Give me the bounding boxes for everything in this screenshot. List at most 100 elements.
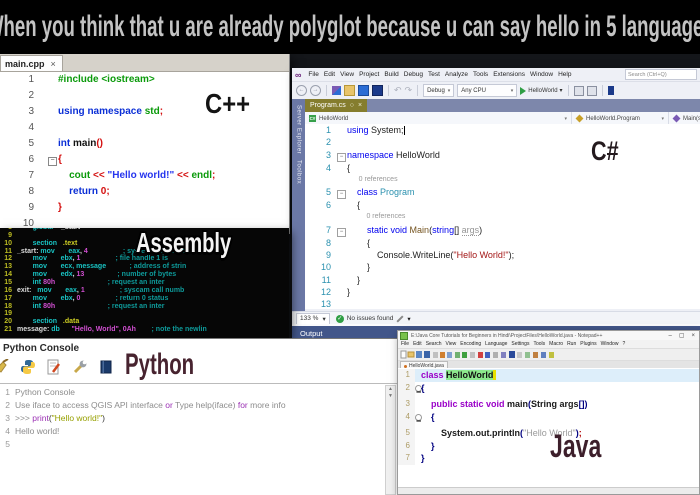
method-icon <box>673 115 681 123</box>
fold-icon[interactable]: − <box>48 157 57 166</box>
platform-dropdown[interactable]: Any CPU ▾ <box>457 84 517 97</box>
clear-console-icon[interactable] <box>0 359 10 375</box>
maximize-icon[interactable]: ▢ <box>677 332 687 340</box>
menu-item[interactable]: Test <box>428 71 440 78</box>
pin-icon[interactable]: ○ <box>350 102 354 109</box>
tab-program-cs[interactable]: Program.cs ○ × <box>305 99 367 112</box>
scroll-down-icon[interactable]: ▼ <box>386 393 395 400</box>
open-file-icon[interactable] <box>344 85 355 96</box>
notepadpp-menu-bar: File Edit Search ViewEncoding Language Settin… <box>398 340 699 348</box>
codelens-row: 0 references <box>305 174 700 186</box>
save-all-icon[interactable] <box>372 85 383 96</box>
chevron-down-icon: ▾ <box>661 116 664 122</box>
undo-icon[interactable]: ↶ <box>394 86 402 95</box>
menu-item[interactable]: ? <box>622 341 625 347</box>
python-logo-icon[interactable] <box>20 359 36 375</box>
python-console-output[interactable]: 1Python Console2Use iface to access QGIS… <box>0 383 397 495</box>
close-icon[interactable]: × <box>689 332 697 340</box>
java-code-editor[interactable]: 1class HelloWorld 2−{3 public static voi… <box>398 368 699 489</box>
code-line: 5 <box>0 438 397 451</box>
code-line: 1Python Console <box>0 386 397 399</box>
vs-menu-bar: ∞ FileEditViewProjectBuildDebugTestAnaly… <box>292 68 700 81</box>
code-line: 13 <box>305 298 700 309</box>
redo-icon[interactable]: ↷ <box>405 86 413 95</box>
fold-icon[interactable]: − <box>337 228 346 237</box>
cpp-overlay-label: C++ <box>205 88 258 120</box>
menu-item[interactable]: Settings <box>511 341 529 347</box>
menu-item[interactable]: Window <box>530 71 553 78</box>
menu-item[interactable]: Help <box>558 71 571 78</box>
navigate-back-icon[interactable]: ← <box>296 85 307 96</box>
solution-config-dropdown[interactable]: Debug ▾ <box>423 84 454 97</box>
window-title-bar[interactable]: E:\Java Core Tutorials for Beginners in … <box>398 331 699 340</box>
menu-item[interactable]: Tools <box>533 341 545 347</box>
run-button[interactable]: HelloWorld ▾ <box>520 87 562 95</box>
menu-item[interactable]: Encoding <box>460 341 481 347</box>
minimize-icon[interactable]: – <box>666 332 673 340</box>
menu-item[interactable]: Plugins <box>580 341 596 347</box>
class-icon <box>576 115 584 123</box>
save-icon[interactable] <box>358 85 369 96</box>
code-line: 4{ <box>305 162 700 174</box>
menu-item[interactable]: Macro <box>549 341 563 347</box>
menu-item[interactable]: View <box>340 71 354 78</box>
navigate-forward-icon[interactable]: → <box>310 85 321 96</box>
menu-item[interactable]: Debug <box>404 71 423 78</box>
menu-item[interactable]: Language <box>485 341 507 347</box>
scrollbar[interactable]: ▲ ▼ <box>385 385 396 495</box>
toolbar-icons <box>400 350 570 359</box>
menu-item[interactable]: Window <box>601 341 619 347</box>
meme-caption: When you think that u are already polygl… <box>0 10 700 44</box>
cpp-tab-bar: main.cpp × <box>0 54 289 72</box>
menu-item[interactable]: View <box>446 341 457 347</box>
meme-caption-bar: When you think that u are already polygl… <box>0 0 700 54</box>
notepadpp-toolbar[interactable] <box>398 348 699 361</box>
bookmark-icon[interactable] <box>608 86 614 95</box>
chevron-down-icon: ▾ <box>322 315 325 323</box>
pencil-icon[interactable] <box>397 315 404 322</box>
menu-item[interactable]: Extensions <box>493 71 525 78</box>
toolbar-separator <box>388 85 389 96</box>
show-editor-icon[interactable] <box>46 359 62 375</box>
fold-icon[interactable]: − <box>337 153 346 162</box>
cs-code-editor[interactable]: 1using System;23−namespace HelloWorld4{ … <box>305 124 700 309</box>
chevron-down-icon[interactable]: ▾ <box>407 315 410 323</box>
toolbar-separator <box>602 85 603 96</box>
menu-item[interactable]: Tools <box>473 71 488 78</box>
issues-indicator[interactable]: ✓ No issues found <box>336 315 394 323</box>
menu-item[interactable]: Project <box>359 71 379 78</box>
tab-main-cpp[interactable]: main.cpp × <box>0 55 63 71</box>
menu-item[interactable]: Edit <box>324 71 335 78</box>
code-line: 1using System; <box>305 124 700 136</box>
visual-studio-window: ∞ FileEditViewProjectBuildDebugTestAnaly… <box>292 68 700 340</box>
search-input[interactable]: Search (Ctrl+Q) <box>625 69 697 80</box>
options-wrench-icon[interactable] <box>72 359 88 375</box>
menu-item[interactable]: Run <box>567 341 576 347</box>
help-book-icon[interactable] <box>98 359 114 375</box>
window-title: E:\Java Core Tutorials for Beginners in … <box>411 333 663 339</box>
code-line: 2 <box>305 136 700 148</box>
menu-item[interactable]: File <box>401 341 409 347</box>
fold-icon[interactable]: − <box>337 190 346 199</box>
close-icon[interactable]: × <box>358 102 362 109</box>
zoom-level-dropdown[interactable]: 133 % ▾ <box>296 313 330 325</box>
vs-side-tab-strip: Server Explorer Toolbox <box>292 99 305 329</box>
python-overlay-label: Python <box>125 348 227 382</box>
cs-overlay-label: C# <box>591 136 626 167</box>
debug-tool-icon[interactable] <box>587 86 597 96</box>
menu-item[interactable]: Analyze <box>445 71 468 78</box>
chevron-down-icon: ▾ <box>560 87 563 94</box>
code-line: 7} <box>398 452 699 465</box>
menu-item[interactable]: File <box>308 71 318 78</box>
python-console-title: Python Console <box>3 343 79 354</box>
code-line: 12} <box>305 286 700 298</box>
menu-item[interactable]: Build <box>384 71 398 78</box>
menu-item[interactable]: Edit <box>413 341 422 347</box>
new-project-icon[interactable] <box>332 86 341 95</box>
sidebar-tab-server-explorer[interactable]: Server Explorer <box>296 99 302 154</box>
scroll-up-icon[interactable]: ▲ <box>386 386 395 393</box>
build-icon[interactable] <box>574 86 584 96</box>
menu-item[interactable]: Search <box>426 341 442 347</box>
sidebar-tab-toolbox[interactable]: Toolbox <box>296 154 302 184</box>
close-icon[interactable]: × <box>51 59 56 69</box>
